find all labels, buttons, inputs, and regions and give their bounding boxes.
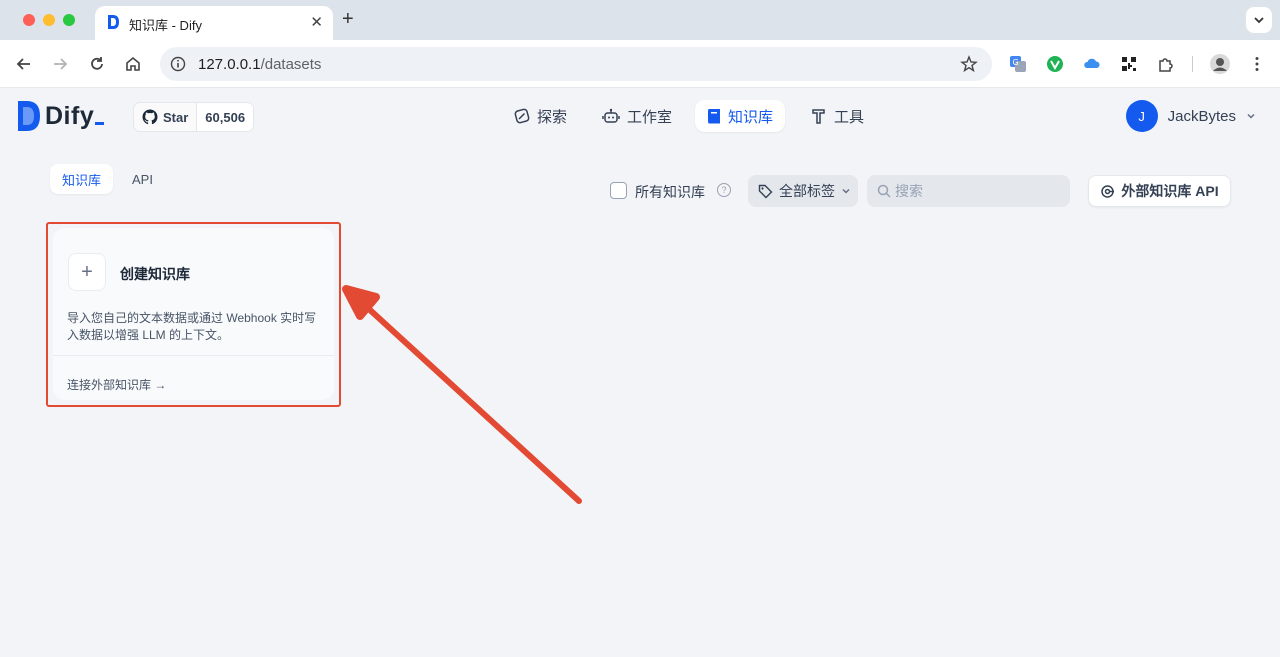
site-info-icon[interactable] bbox=[170, 56, 186, 72]
github-star-count: 60,506 bbox=[196, 103, 254, 131]
browser-tab-strip: 知识库 - Dify ✕ + bbox=[0, 0, 1280, 40]
annotation-highlight-box bbox=[46, 222, 341, 407]
url-text: 127.0.0.1/datasets bbox=[198, 56, 321, 73]
search-icon bbox=[877, 184, 891, 198]
user-name: JackBytes bbox=[1167, 107, 1236, 125]
chevron-down-icon bbox=[1247, 113, 1255, 119]
window-minimize-button[interactable] bbox=[43, 14, 55, 26]
home-icon bbox=[126, 56, 140, 71]
nav-explore[interactable]: 探索 bbox=[502, 100, 579, 132]
github-star-left: Star bbox=[134, 109, 196, 125]
tag-icon bbox=[758, 184, 773, 198]
external-knowledge-api-label: 外部知识库 API bbox=[1121, 183, 1219, 199]
qr-extension-icon[interactable] bbox=[1119, 54, 1139, 74]
tab-close-icon[interactable]: ✕ bbox=[310, 13, 323, 31]
chevron-down-icon bbox=[842, 188, 850, 194]
nav-knowledge[interactable]: 知识库 bbox=[695, 100, 786, 132]
browser-toolbar: 127.0.0.1/datasets G bbox=[0, 40, 1280, 88]
search-box bbox=[867, 175, 1070, 207]
nav-tools-label: 工具 bbox=[834, 108, 865, 126]
browser-tab[interactable]: 知识库 - Dify ✕ bbox=[95, 6, 333, 40]
github-icon bbox=[142, 109, 158, 125]
chevron-down-icon bbox=[1254, 17, 1264, 24]
nav-explore-label: 探索 bbox=[537, 108, 568, 126]
app-header: Dify Star 60,506 探索 工作室 知识库 工具 J JackByt… bbox=[0, 89, 1280, 145]
nav-studio-label: 工作室 bbox=[627, 108, 673, 126]
arrow-left-icon bbox=[16, 58, 30, 70]
logo-text: Dify bbox=[45, 101, 95, 130]
external-knowledge-api-button[interactable]: 外部知识库 API bbox=[1088, 175, 1231, 207]
api-connection-icon bbox=[1101, 184, 1115, 198]
nav-studio[interactable]: 工作室 bbox=[590, 100, 684, 132]
user-menu[interactable]: J JackBytes bbox=[1125, 100, 1256, 132]
dify-logo[interactable]: Dify bbox=[18, 101, 105, 131]
nav-tools[interactable]: 工具 bbox=[799, 100, 876, 132]
question-circle-icon[interactable]: ? bbox=[717, 183, 731, 197]
reload-button[interactable] bbox=[86, 53, 108, 75]
new-tab-icon[interactable]: + bbox=[342, 8, 354, 31]
hammer-icon bbox=[812, 109, 825, 124]
home-button[interactable] bbox=[122, 53, 144, 75]
compass-icon bbox=[514, 108, 530, 124]
url-path: /datasets bbox=[260, 56, 322, 73]
all-datasets-checkbox[interactable] bbox=[610, 182, 627, 199]
url-host: 127.0.0.1 bbox=[198, 56, 261, 73]
nav-knowledge-label: 知识库 bbox=[728, 108, 774, 126]
extensions-puzzle-icon[interactable] bbox=[1156, 54, 1176, 74]
vue-extension-icon[interactable] bbox=[1045, 54, 1065, 74]
back-button[interactable] bbox=[13, 53, 35, 75]
arrow-right-icon bbox=[54, 58, 68, 70]
browser-tab-title: 知识库 - Dify bbox=[129, 18, 202, 33]
book-icon bbox=[708, 109, 720, 124]
reload-icon bbox=[91, 57, 103, 70]
bookmark-star-icon[interactable] bbox=[960, 55, 978, 73]
tag-filter-label: 全部标签 bbox=[779, 183, 835, 199]
dify-logo-icon bbox=[18, 101, 40, 131]
window-close-button[interactable] bbox=[23, 14, 35, 26]
github-star-button[interactable]: Star 60,506 bbox=[133, 102, 255, 132]
avatar: J bbox=[1125, 100, 1158, 132]
forward-button[interactable] bbox=[49, 53, 71, 75]
tag-filter-dropdown[interactable]: 全部标签 bbox=[748, 175, 858, 207]
dify-favicon-icon bbox=[108, 15, 119, 29]
tab-api[interactable]: API bbox=[120, 164, 165, 194]
tab-knowledge[interactable]: 知识库 bbox=[50, 164, 114, 194]
toolbar-divider bbox=[1192, 56, 1193, 72]
logo-underscore bbox=[95, 121, 105, 125]
cloud-extension-icon[interactable] bbox=[1082, 54, 1102, 74]
search-input[interactable] bbox=[895, 175, 1065, 207]
profile-avatar-icon[interactable] bbox=[1209, 53, 1231, 75]
translate-extension-icon[interactable]: G bbox=[1008, 54, 1028, 74]
address-bar[interactable]: 127.0.0.1/datasets bbox=[160, 47, 992, 81]
tab-search-button[interactable] bbox=[1246, 7, 1272, 33]
github-star-label: Star bbox=[163, 109, 189, 125]
robot-icon bbox=[602, 108, 620, 123]
all-datasets-label[interactable]: 所有知识库 bbox=[635, 182, 705, 202]
svg-text:G: G bbox=[1013, 58, 1019, 67]
window-maximize-button[interactable] bbox=[63, 14, 75, 26]
browser-menu-icon[interactable] bbox=[1247, 54, 1267, 74]
